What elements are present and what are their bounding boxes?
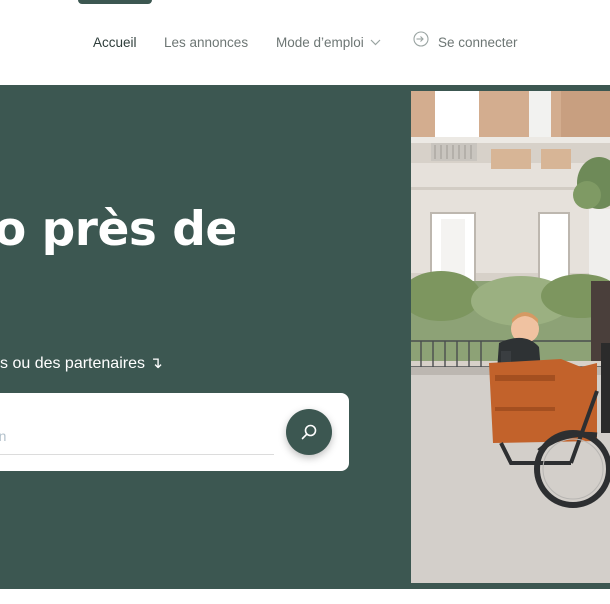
hero-section: o près de s ou des partenaires ↴	[0, 85, 610, 589]
nav-item-guide[interactable]: Mode d’emploi	[276, 33, 381, 53]
chevron-down-icon	[370, 32, 381, 52]
hero-photo	[411, 91, 610, 583]
nav-item-guide-label: Mode d’emploi	[276, 35, 364, 50]
login-link[interactable]: Se connecter	[413, 31, 518, 53]
hero-subtitle: s ou des partenaires ↴	[0, 355, 163, 372]
location-search-input[interactable]	[0, 417, 274, 455]
login-icon	[413, 31, 429, 53]
search-panel	[0, 393, 349, 471]
site-header: Accueil Les annonces Mode d’emploi Se co…	[0, 0, 610, 85]
search-button[interactable]	[286, 409, 332, 455]
login-label: Se connecter	[438, 35, 518, 50]
nav-item-ads[interactable]: Les annonces	[164, 33, 248, 53]
nav-item-home[interactable]: Accueil	[93, 33, 137, 53]
logo-tab[interactable]	[78, 0, 152, 4]
search-icon	[301, 424, 317, 440]
main-navigation: Accueil Les annonces Mode d’emploi Se co…	[0, 31, 610, 53]
hero-title: o près de	[0, 202, 237, 257]
